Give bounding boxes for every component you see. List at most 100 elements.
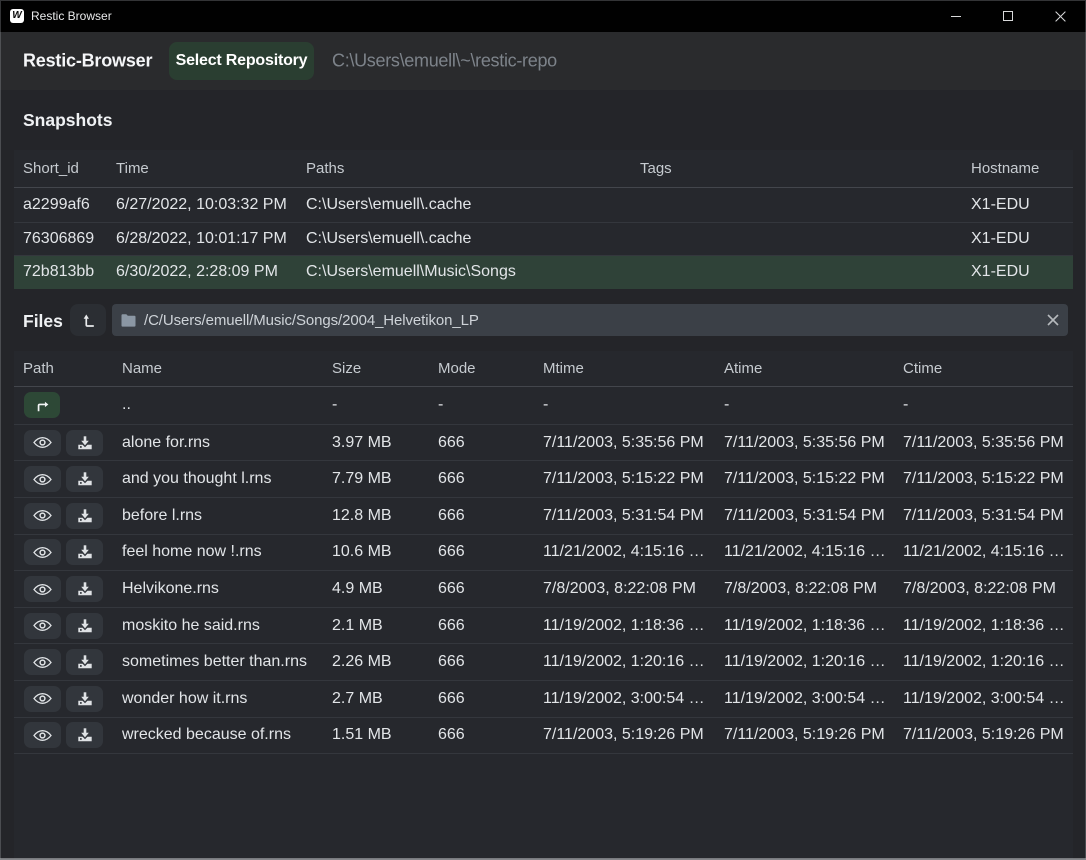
file-row: ..----- [14, 387, 1073, 424]
minimize-button[interactable] [930, 0, 982, 32]
snapshots-table-body: a2299af66/27/2022, 10:03:32 PMC:\Users\e… [14, 188, 1073, 289]
snapshots-table-header: Short_idTimePathsTagsHostname [14, 150, 1073, 188]
cell-mode: 666 [429, 726, 534, 744]
select-repository-button[interactable]: Select Repository [169, 42, 314, 80]
view-file-button[interactable] [24, 649, 61, 675]
download-file-button[interactable] [66, 649, 103, 675]
column-header-path: Path [14, 360, 113, 377]
cell-ctime: 7/8/2003, 8:22:08 PM [894, 580, 1064, 598]
cell-mtime: 11/19/2002, 1:18:36 … [534, 617, 715, 635]
cell-size: 1.51 MB [323, 726, 429, 744]
eye-icon [33, 619, 52, 632]
maximize-button[interactable] [982, 0, 1034, 32]
files-table-body: ..----- alone for.rns3.97 MB6667/11/2003… [14, 387, 1073, 754]
cell-atime: 7/11/2003, 5:19:26 PM [715, 726, 894, 744]
download-icon [77, 508, 93, 524]
view-file-button[interactable] [24, 686, 61, 712]
cell-mode: 666 [429, 653, 534, 671]
file-path-input[interactable]: /C/Users/emuell/Music/Songs/2004_Helveti… [112, 304, 1068, 336]
cell-mode: 666 [429, 507, 534, 525]
cell-mtime: 11/19/2002, 3:00:54 … [534, 690, 715, 708]
file-row-actions [14, 430, 113, 456]
file-row-actions [14, 503, 113, 529]
view-file-button[interactable] [24, 613, 61, 639]
cell-size: 3.97 MB [323, 434, 429, 452]
cell-name: wrecked because of.rns [113, 726, 323, 744]
view-file-button[interactable] [24, 539, 61, 565]
view-file-button[interactable] [24, 576, 61, 602]
eye-icon [33, 546, 52, 559]
download-file-button[interactable] [66, 613, 103, 639]
cell-atime: 7/11/2003, 5:31:54 PM [715, 507, 894, 525]
eye-icon [33, 729, 52, 742]
eye-icon [33, 583, 52, 596]
cell-atime: 7/11/2003, 5:35:56 PM [715, 434, 894, 452]
view-file-button[interactable] [24, 466, 61, 492]
cell-size: 2.26 MB [323, 653, 429, 671]
cell-atime: 11/19/2002, 3:00:54 … [715, 690, 894, 708]
view-file-button[interactable] [24, 722, 61, 748]
file-row-actions [14, 686, 113, 712]
file-row-actions [14, 539, 113, 565]
view-file-button[interactable] [24, 503, 61, 529]
header-bar: Restic-Browser Select Repository C:\User… [0, 32, 1086, 90]
cell-name: alone for.rns [113, 434, 323, 452]
cell-atime: 11/19/2002, 1:20:16 … [715, 653, 894, 671]
repository-path: C:\Users\emuell\~\restic-repo [332, 51, 557, 72]
column-header-ctime: Ctime [894, 360, 1064, 377]
download-file-button[interactable] [66, 722, 103, 748]
column-header-short_id: Short_id [14, 160, 107, 177]
download-file-button[interactable] [66, 466, 103, 492]
cell-name: moskito he said.rns [113, 617, 323, 635]
cell-mode: 666 [429, 690, 534, 708]
return-icon [34, 397, 51, 414]
cell-mode: 666 [429, 617, 534, 635]
cell-size: - [323, 396, 429, 414]
cell-name: .. [113, 396, 323, 414]
cell-mtime: 7/11/2003, 5:19:26 PM [534, 726, 715, 744]
cell-ctime: 7/11/2003, 5:19:26 PM [894, 726, 1064, 744]
snapshot-row[interactable]: 763068696/28/2022, 10:01:17 PMC:\Users\e… [14, 222, 1073, 256]
cell-mtime: 7/11/2003, 5:35:56 PM [534, 434, 715, 452]
download-file-button[interactable] [66, 686, 103, 712]
cell-short_id: 72b813bb [14, 263, 107, 281]
snapshot-row[interactable]: a2299af66/27/2022, 10:03:32 PMC:\Users\e… [14, 188, 1073, 222]
snapshot-row[interactable]: 72b813bb6/30/2022, 2:28:09 PMC:\Users\em… [14, 255, 1073, 289]
cell-mtime: 7/8/2003, 8:22:08 PM [534, 580, 715, 598]
cell-ctime: - [894, 396, 1064, 414]
cell-time: 6/27/2022, 10:03:32 PM [107, 196, 297, 214]
cell-ctime: 11/19/2002, 1:18:36 … [894, 617, 1064, 635]
cell-atime: 11/19/2002, 1:18:36 … [715, 617, 894, 635]
close-button[interactable] [1034, 0, 1086, 32]
cell-atime: - [715, 396, 894, 414]
file-row: wonder how it.rns2.7 MB66611/19/2002, 3:… [14, 680, 1073, 717]
cell-atime: 7/8/2003, 8:22:08 PM [715, 580, 894, 598]
download-file-button[interactable] [66, 539, 103, 565]
clear-path-icon[interactable] [1047, 314, 1059, 326]
cell-paths: C:\Users\emuell\Music\Songs [297, 263, 631, 281]
download-file-button[interactable] [66, 576, 103, 602]
cell-size: 12.8 MB [323, 507, 429, 525]
download-file-button[interactable] [66, 503, 103, 529]
wails-logo-icon: W [10, 9, 24, 23]
file-row-actions [14, 576, 113, 602]
navigate-up-button[interactable] [24, 392, 60, 418]
cell-size: 4.9 MB [323, 580, 429, 598]
cell-ctime: 7/11/2003, 5:31:54 PM [894, 507, 1064, 525]
cell-mode: 666 [429, 580, 534, 598]
cell-name: sometimes better than.rns [113, 653, 323, 671]
cell-size: 2.7 MB [323, 690, 429, 708]
folder-icon [121, 314, 136, 327]
eye-icon [33, 509, 52, 522]
cell-time: 6/30/2022, 2:28:09 PM [107, 263, 297, 281]
download-icon [77, 691, 93, 707]
close-icon [1055, 11, 1066, 22]
snapshots-table: Short_idTimePathsTagsHostname a2299af66/… [14, 150, 1073, 289]
download-file-button[interactable] [66, 430, 103, 456]
cell-mode: 666 [429, 543, 534, 561]
view-file-button[interactable] [24, 430, 61, 456]
file-row-actions [14, 722, 113, 748]
column-header-hostname: Hostname [962, 160, 1073, 177]
parent-directory-button[interactable] [70, 304, 106, 336]
column-header-name: Name [113, 360, 323, 377]
